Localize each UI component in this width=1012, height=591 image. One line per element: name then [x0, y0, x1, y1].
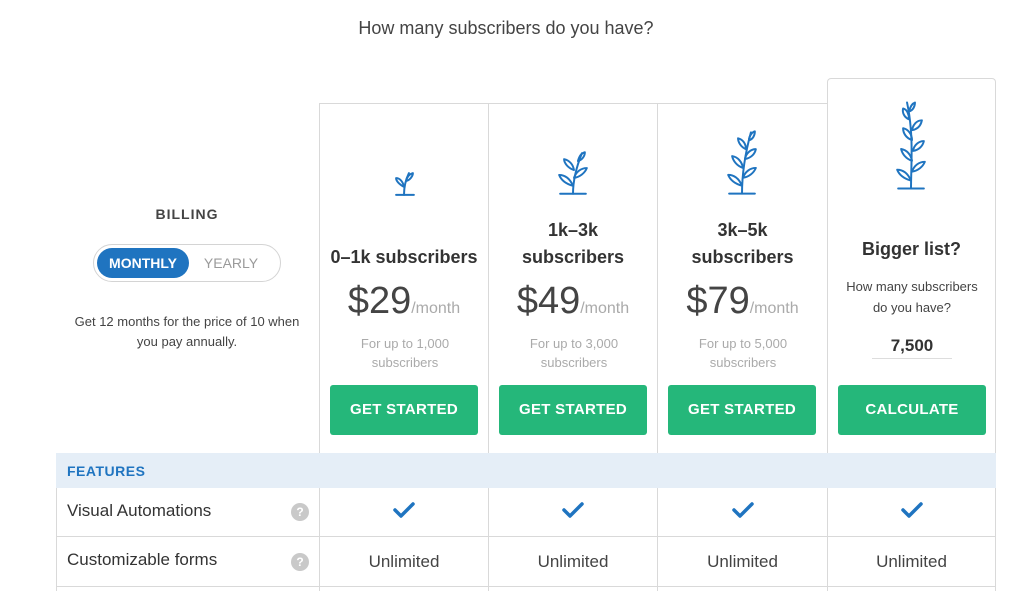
table-row: Visual Automations ?	[56, 488, 996, 537]
table-row: Customizable forms ? Unlimited Unlimited…	[56, 537, 996, 587]
subscriber-count-input[interactable]	[872, 333, 952, 359]
price: $79/month	[658, 280, 827, 323]
feature-value: Unlimited	[707, 552, 778, 571]
feature-name: Customizable forms	[67, 550, 218, 569]
get-started-button[interactable]: GET STARTED	[668, 385, 816, 435]
price-amount: $49	[516, 280, 581, 322]
sprout-icon	[395, 172, 415, 196]
price: $49/month	[489, 280, 657, 323]
check-icon	[731, 502, 754, 518]
table-row	[56, 587, 996, 591]
feature-cell: Unlimited	[657, 537, 827, 586]
feature-value: Unlimited	[876, 552, 947, 571]
plan-limit: For up to 1,000 subscribers	[360, 336, 450, 370]
price: $29/month	[320, 280, 488, 323]
price-period: /month	[580, 300, 630, 317]
get-started-button[interactable]: GET STARTED	[330, 385, 478, 435]
bigger-list-title: Bigger list?	[861, 239, 961, 259]
feature-cell	[827, 587, 996, 591]
plan-card-2: 1k–3k subscribers $49/month For up to 3,…	[488, 103, 658, 453]
feature-cell	[319, 587, 488, 591]
feature-cell	[827, 488, 996, 536]
tall-plant-icon	[727, 130, 757, 195]
plan-name: 1k–3k subscribers	[489, 217, 657, 271]
subscriber-question: How many subscribers do you have?	[846, 279, 978, 315]
plan-card-3: 3k–5k subscribers $79/month For up to 5,…	[657, 103, 828, 453]
feature-cell: Unlimited	[827, 537, 996, 586]
price-period: /month	[411, 300, 461, 317]
feature-cell	[488, 587, 657, 591]
help-icon[interactable]: ?	[291, 553, 309, 571]
feature-value: Unlimited	[368, 552, 440, 571]
price-amount: $29	[347, 280, 412, 322]
row-border	[56, 587, 57, 591]
plan-name: 0–1k subscribers	[330, 247, 478, 267]
monthly-option[interactable]: MONTHLY	[97, 248, 189, 278]
price-period: /month	[749, 300, 799, 317]
feature-name: Visual Automations	[67, 501, 212, 520]
billing-note: Get 12 months for the price of 10 when y…	[74, 314, 300, 349]
features-label: FEATURES	[67, 463, 146, 479]
feature-cell: Unlimited	[488, 537, 657, 586]
plant-icon	[558, 151, 588, 195]
feature-cell: Unlimited	[319, 537, 488, 586]
page-headline: How many subscribers do you have?	[358, 18, 654, 38]
row-border	[56, 537, 57, 586]
check-icon	[562, 502, 584, 518]
row-border	[56, 488, 57, 536]
feature-cell	[319, 488, 488, 536]
plan-name-text: 1k–3k subscribers	[521, 220, 625, 267]
get-started-button[interactable]: GET STARTED	[499, 385, 647, 435]
check-icon	[900, 502, 923, 518]
plan-card-bigger: Bigger list? How many subscribers do you…	[827, 78, 996, 453]
feature-value: Unlimited	[537, 552, 609, 571]
feature-cell	[488, 488, 657, 536]
plan-limit: For up to 5,000 subscribers	[698, 336, 788, 370]
billing-panel: BILLING MONTHLY YEARLY Get 12 months for…	[56, 206, 318, 352]
plan-name: 3k–5k subscribers	[658, 217, 827, 271]
tallest-plant-icon	[896, 101, 926, 190]
billing-toggle[interactable]: MONTHLY YEARLY	[93, 244, 281, 282]
billing-title: BILLING	[155, 206, 219, 222]
features-header: FEATURES	[56, 453, 996, 488]
plan-name-text: 3k–5k subscribers	[691, 220, 794, 267]
price-amount: $79	[686, 280, 750, 322]
feature-cell	[657, 488, 827, 536]
plan-card-1: 0–1k subscribers $29/month For up to 1,0…	[319, 103, 489, 453]
feature-cell	[657, 587, 827, 591]
calculate-button[interactable]: CALCULATE	[838, 385, 986, 435]
check-icon	[393, 502, 415, 518]
help-icon[interactable]: ?	[291, 503, 309, 521]
plan-limit: For up to 3,000 subscribers	[529, 336, 619, 370]
yearly-option[interactable]: YEARLY	[185, 248, 277, 278]
